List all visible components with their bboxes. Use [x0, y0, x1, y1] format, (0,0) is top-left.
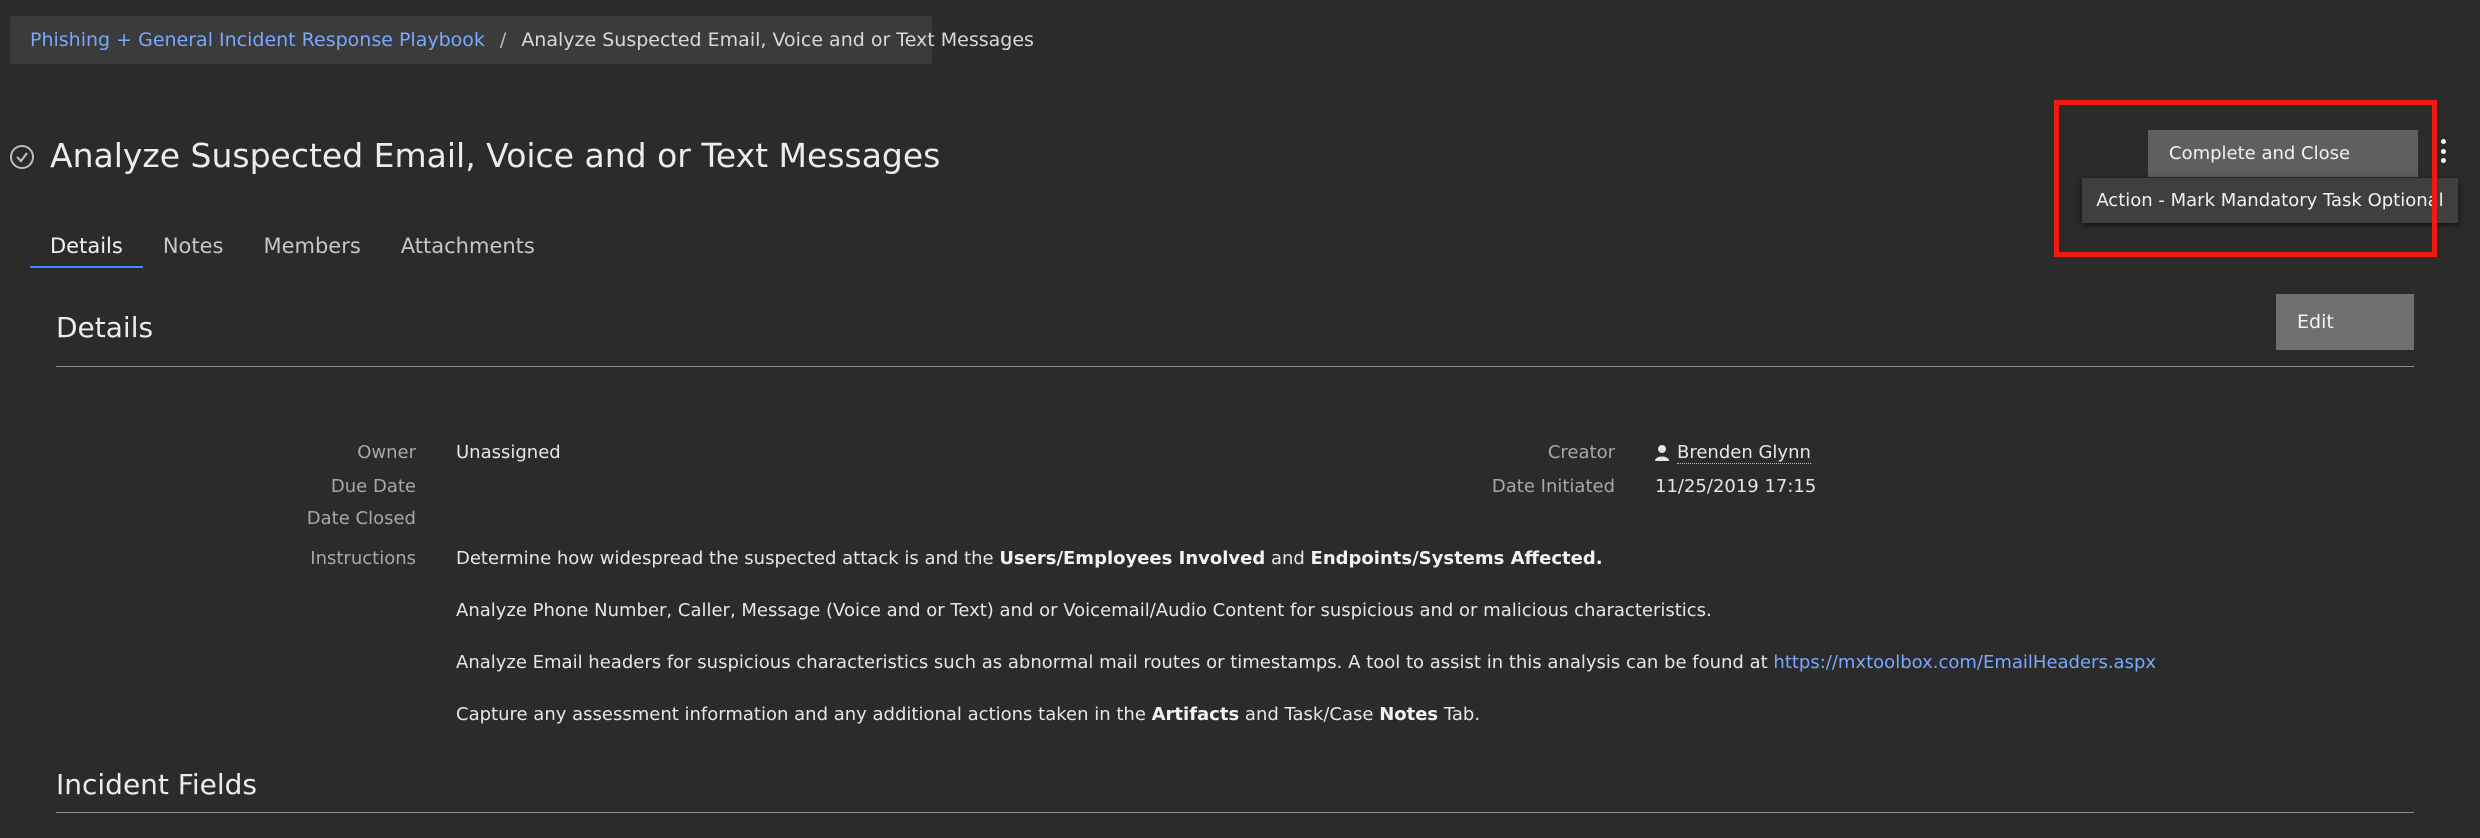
creator-label: Creator	[1547, 442, 1615, 463]
creator-name-link[interactable]: Brenden Glynn	[1677, 442, 1811, 464]
highlight-box	[2054, 100, 2437, 257]
instruction-bold: Notes	[1379, 704, 1439, 725]
instructions-label: Instructions	[310, 548, 416, 569]
date-initiated-value: 11/25/2019 17:15	[1655, 476, 1817, 497]
instruction-bold: Users/Employees Involved	[999, 548, 1266, 569]
tab-bar: Details Notes Members Attachments	[30, 232, 555, 268]
tab-members[interactable]: Members	[243, 232, 380, 266]
owner-value: Unassigned	[456, 442, 561, 463]
instruction-paragraph-2: Analyze Phone Number, Caller, Message (V…	[456, 600, 1712, 621]
instruction-bold: Artifacts	[1151, 704, 1240, 725]
breadcrumb-current: Analyze Suspected Email, Voice and or Te…	[521, 29, 1034, 51]
instruction-paragraph-4: Capture any assessment information and a…	[456, 704, 1480, 725]
page-title: Analyze Suspected Email, Voice and or Te…	[50, 136, 941, 175]
tab-attachments[interactable]: Attachments	[381, 232, 555, 266]
instruction-text: Analyze Email headers for suspicious cha…	[456, 652, 1774, 673]
details-section-title: Details	[56, 311, 154, 344]
instruction-paragraph-3: Analyze Email headers for suspicious cha…	[456, 652, 2156, 673]
breadcrumb: Phishing + General Incident Response Pla…	[10, 16, 1034, 64]
tab-notes[interactable]: Notes	[143, 232, 244, 266]
breadcrumb-separator: /	[499, 29, 507, 51]
incident-fields-title: Incident Fields	[56, 768, 258, 801]
tab-details[interactable]: Details	[30, 232, 143, 268]
instruction-bold: Endpoints/Systems Affected.	[1310, 548, 1603, 569]
breadcrumb-link-playbook[interactable]: Phishing + General Incident Response Pla…	[30, 29, 485, 51]
date-initiated-label: Date Initiated	[1491, 476, 1615, 497]
instruction-text: Determine how widespread the suspected a…	[456, 548, 1000, 569]
instruction-text: Tab.	[1438, 704, 1481, 725]
person-icon	[1655, 444, 1669, 462]
date-closed-label: Date Closed	[306, 508, 416, 529]
instruction-text: and Task/Case	[1239, 704, 1380, 725]
edit-button[interactable]: Edit	[2276, 294, 2414, 350]
check-circle-icon	[10, 145, 34, 169]
incident-fields-divider	[56, 812, 2414, 813]
instruction-paragraph-1: Determine how widespread the suspected a…	[456, 548, 1603, 569]
kebab-icon[interactable]	[2437, 136, 2449, 166]
details-divider	[56, 366, 2414, 367]
owner-label: Owner	[357, 442, 416, 463]
instruction-text: Capture any assessment information and a…	[456, 704, 1152, 725]
creator-value[interactable]: Brenden Glynn	[1677, 442, 1811, 464]
instruction-text: and	[1265, 548, 1311, 569]
mxtoolbox-link[interactable]: https://mxtoolbox.com/EmailHeaders.aspx	[1773, 652, 2156, 673]
due-date-label: Due Date	[330, 476, 416, 497]
